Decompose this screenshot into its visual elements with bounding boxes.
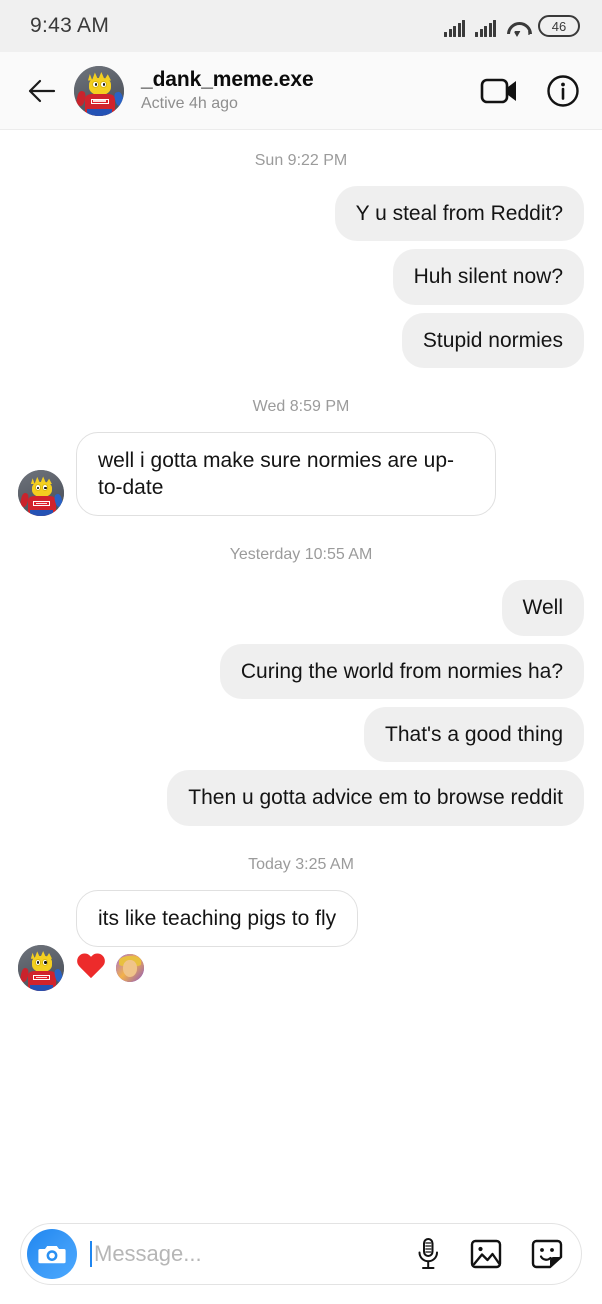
- message-bubble-incoming[interactable]: its like teaching pigs to fly: [76, 889, 359, 947]
- status-bar-indicators: ıl 46: [444, 15, 580, 37]
- message-row[interactable]: Huh silent now?: [18, 249, 584, 305]
- message-reaction[interactable]: [76, 952, 145, 983]
- wifi-icon: ıl: [506, 20, 530, 37]
- avatar[interactable]: [18, 470, 64, 517]
- video-camera-icon: [480, 78, 516, 103]
- header-actions: [480, 74, 580, 108]
- battery-level: 46: [551, 18, 567, 34]
- video-call-button[interactable]: [480, 76, 520, 106]
- message-bubble-outgoing[interactable]: Stupid normies: [401, 312, 584, 368]
- message-bubble-incoming[interactable]: well i gotta make sure normies are up-to…: [76, 431, 496, 517]
- mic-button[interactable]: [415, 1237, 441, 1271]
- reactor-avatar[interactable]: [115, 952, 145, 983]
- message-row[interactable]: well i gotta make sure normies are up-to…: [18, 431, 584, 517]
- message-composer: Message...: [0, 1204, 602, 1304]
- back-arrow-icon: [28, 79, 56, 102]
- timestamp-separator: Yesterday 10:55 AM: [229, 546, 373, 564]
- status-bar: 9:43 AM ıl 46: [0, 0, 602, 52]
- message-row[interactable]: Curing the world from normies ha?: [18, 643, 584, 700]
- gallery-icon: [470, 1239, 502, 1269]
- timestamp-separator: Today 3:25 AM: [248, 855, 354, 873]
- message-bubble-outgoing[interactable]: Then u gotta advice em to browse reddit: [167, 770, 584, 826]
- message-row[interactable]: Stupid normies: [18, 312, 584, 368]
- text-cursor: [90, 1241, 92, 1267]
- back-button[interactable]: [14, 63, 70, 119]
- message-bubble-outgoing[interactable]: Well: [501, 580, 584, 636]
- camera-button[interactable]: [27, 1229, 77, 1279]
- sticker-icon: [531, 1239, 563, 1269]
- message-thread[interactable]: Sun 9:22 PM Y u steal from Reddit? Huh s…: [0, 130, 602, 1204]
- active-status: Active 4h ago: [141, 94, 238, 112]
- red-heart-emoji[interactable]: [76, 954, 106, 982]
- message-row[interactable]: Then u gotta advice em to browse reddit: [18, 770, 584, 826]
- message-bubble-outgoing[interactable]: That's a good thing: [364, 707, 584, 763]
- avatar[interactable]: [18, 944, 64, 991]
- microphone-icon: [418, 1238, 438, 1269]
- avatar[interactable]: [74, 65, 124, 116]
- page-title: _dank_meme.exe: [141, 68, 314, 92]
- status-bar-time: 9:43 AM: [30, 14, 110, 37]
- message-row[interactable]: Y u steal from Reddit?: [18, 186, 584, 242]
- composer-bar[interactable]: Message...: [20, 1223, 582, 1285]
- info-button[interactable]: [546, 74, 580, 108]
- battery-icon: 46: [538, 15, 580, 37]
- camera-icon: [38, 1246, 66, 1264]
- chat-header: _dank_meme.exe Active 4h ago: [0, 52, 602, 130]
- message-bubble-outgoing[interactable]: Curing the world from normies ha?: [219, 643, 584, 700]
- composer-actions: [415, 1237, 563, 1271]
- gallery-button[interactable]: [470, 1239, 502, 1269]
- message-row[interactable]: its like teaching pigs to fly: [18, 889, 584, 947]
- cellular-signal-2-icon: [475, 20, 496, 37]
- chat-screen: 9:43 AM ıl 46 _dank_meme.exe Active 4h a…: [0, 0, 602, 1304]
- message-bubble-outgoing[interactable]: Huh silent now?: [392, 249, 584, 305]
- message-row[interactable]: That's a good thing: [18, 707, 584, 763]
- header-text-block[interactable]: _dank_meme.exe Active 4h ago: [141, 68, 480, 113]
- message-row[interactable]: Well: [18, 580, 584, 636]
- message-bubble-outgoing[interactable]: Y u steal from Reddit?: [334, 186, 584, 242]
- reaction-row: [18, 944, 584, 991]
- info-circle-icon: [547, 74, 579, 107]
- timestamp-separator: Wed 8:59 PM: [252, 397, 350, 415]
- message-input[interactable]: Message...: [94, 1241, 415, 1267]
- timestamp-separator: Sun 9:22 PM: [254, 152, 348, 169]
- cellular-signal-icon: [444, 20, 465, 37]
- sticker-button[interactable]: [531, 1239, 563, 1269]
